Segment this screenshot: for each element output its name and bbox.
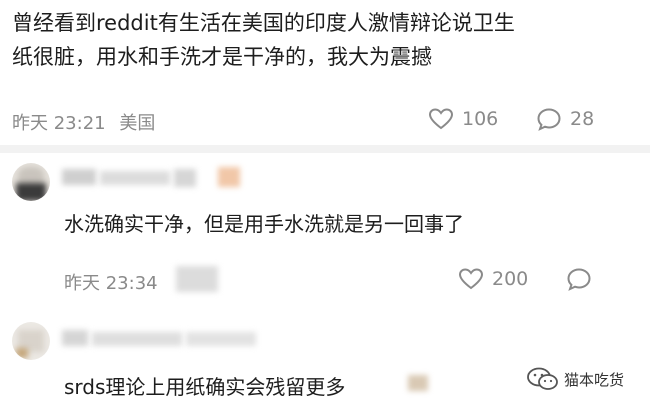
post-location: 美国 [119,113,156,134]
comment-text: 水洗确实干净，但是用手水洗就是另一回事了 [64,212,464,236]
comment-bubble-icon [567,268,591,291]
comment-time: 昨天 23:34 [64,273,158,294]
username-blurred[interactable] [62,328,272,350]
username-blurred[interactable] [62,167,212,189]
user-badge [218,167,240,187]
comment-like-count: 200 [492,268,529,290]
post-text-line1: 曾经看到reddit有生活在美国的印度人激情辩论说卫生 [12,11,515,35]
avatar[interactable] [12,322,50,360]
comment-reply-button[interactable] [566,267,600,291]
post-comment-button[interactable]: 28 [536,107,594,131]
emoji-blurred [408,371,430,393]
post-like-button[interactable]: 106 [428,107,498,131]
comment-text: srds理论上用纸确实会残留更多 [64,375,346,399]
post-like-count: 106 [462,108,499,130]
avatar[interactable] [12,163,50,201]
post-text-line2: 纸很脏，用水和手洗才是干净的，我大为震撼 [12,45,432,69]
divider [0,145,650,153]
watermark-text: 猫本吃货 [564,370,625,389]
comment-bubble-icon [537,108,561,131]
heart-icon [428,108,454,130]
wechat-icon [527,367,558,390]
comment-like-button[interactable]: 200 [458,267,528,291]
post-text: 曾经看到reddit有生活在美国的印度人激情辩论说卫生 纸很脏，用水和手洗才是干… [12,6,632,74]
watermark: 猫本吃货 [526,366,624,392]
post-time: 昨天 23:21 [12,113,106,134]
post-meta: 昨天 23:21 美国 [12,109,163,135]
heart-icon [458,268,484,290]
location-blurred [176,266,220,294]
post-comment-count: 28 [570,108,595,130]
